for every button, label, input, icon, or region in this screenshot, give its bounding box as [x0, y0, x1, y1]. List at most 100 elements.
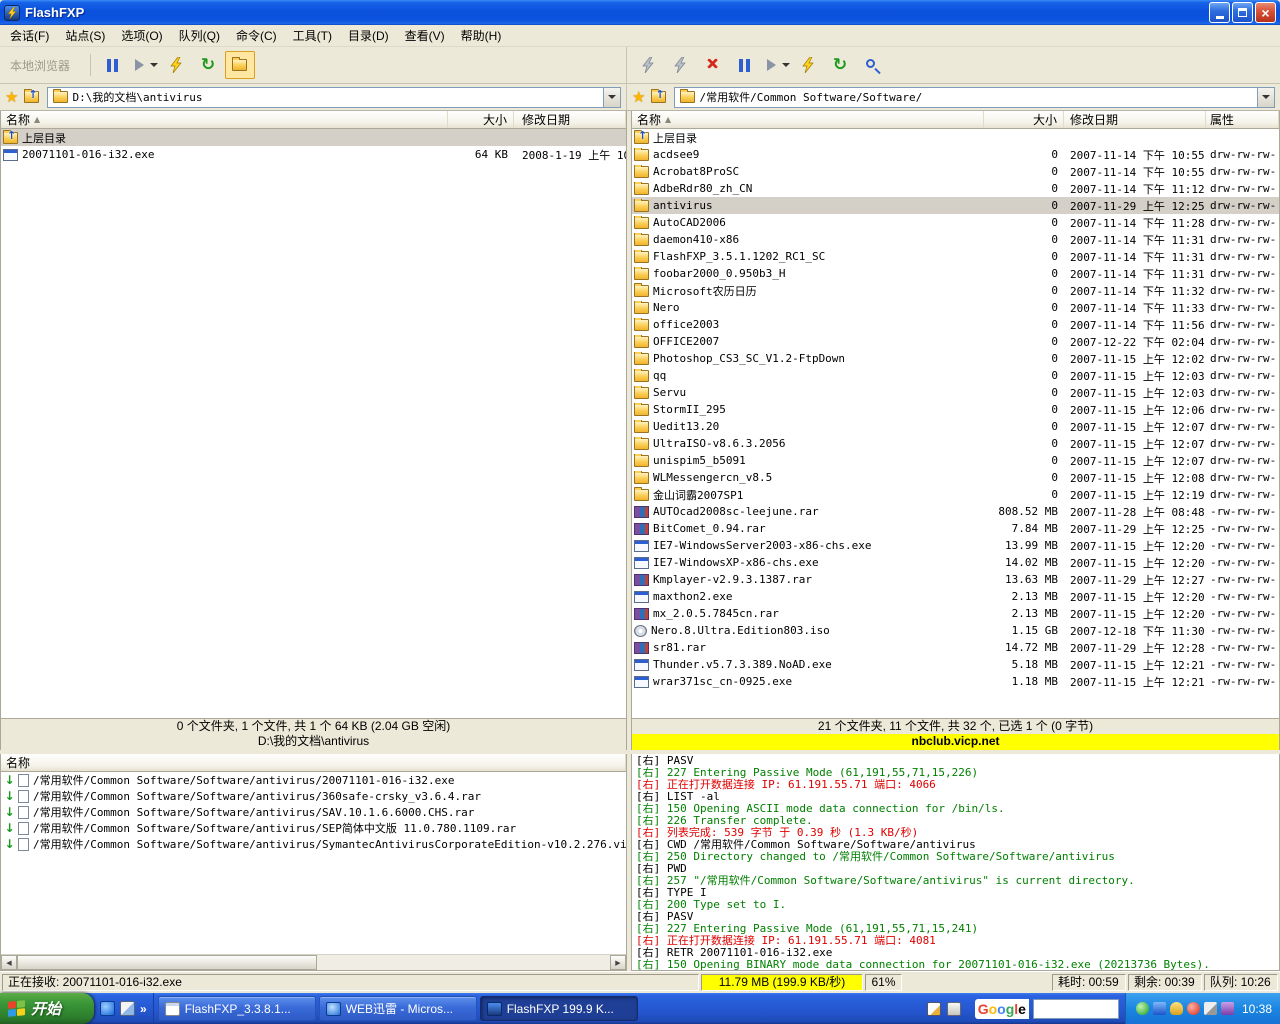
quicklaunch-overflow-chevron[interactable]: »	[140, 1002, 147, 1016]
file-row[interactable]: IE7-WindowsXP-x86-chs.exe 14.02 MB 2007-…	[632, 554, 1279, 571]
tray-icon[interactable]	[1204, 1002, 1217, 1015]
minimize-button[interactable]	[1209, 2, 1230, 23]
file-row[interactable]: 金山词霸2007SP1 0 2007-11-15 上午 12:19 drw-rw…	[632, 486, 1279, 503]
scroll-left-button[interactable]: ◀	[1, 955, 17, 970]
file-row[interactable]: Kmplayer-v2.9.3.1387.rar 13.63 MB 2007-1…	[632, 571, 1279, 588]
close-button[interactable]: ×	[1255, 2, 1276, 23]
quick-connect-button[interactable]	[665, 51, 695, 79]
tray-icon[interactable]	[1221, 1002, 1234, 1015]
local-path-dropdown-button[interactable]	[603, 88, 620, 107]
up-directory-icon[interactable]	[24, 91, 39, 103]
file-row[interactable]: Nero.8.Ultra.Edition803.iso 1.15 GB 2007…	[632, 622, 1279, 639]
transfer-queue-button[interactable]	[129, 51, 159, 79]
file-row[interactable]: Microsoft农历日历 0 2007-11-14 下午 11:32 drw-…	[632, 282, 1279, 299]
file-row[interactable]: IE7-WindowsServer2003-x86-chs.exe 13.99 …	[632, 537, 1279, 554]
column-name[interactable]: 名称	[1, 754, 626, 771]
refresh-button[interactable]: ↻	[193, 51, 223, 79]
queue-item[interactable]: /常用软件/Common Software/Software/antivirus…	[1, 772, 626, 788]
file-row[interactable]: Photoshop_CS3_SC_V1.2-FtpDown 0 2007-11-…	[632, 350, 1279, 367]
queue-item[interactable]: /常用软件/Common Software/Software/antivirus…	[1, 804, 626, 820]
tray-icon[interactable]	[1170, 1002, 1183, 1015]
taskbar-task-button[interactable]: FlashFXP_3.3.8.1...	[158, 996, 316, 1021]
menu-item[interactable]: 工具(T)	[285, 25, 340, 46]
file-row[interactable]: foobar2000_0.950b3_H 0 2007-11-14 下午 11:…	[632, 265, 1279, 282]
file-row[interactable]: 上层目录	[1, 129, 626, 146]
column-size[interactable]: 大小	[448, 111, 514, 128]
file-row[interactable]: FlashFXP_3.5.1.1202_RC1_SC 0 2007-11-14 …	[632, 248, 1279, 265]
menu-item[interactable]: 队列(Q)	[171, 25, 228, 46]
remote-path-combobox[interactable]: /常用软件/Common Software/Software/	[674, 87, 1275, 108]
file-row[interactable]: AUTOcad2008sc-leejune.rar 808.52 MB 2007…	[632, 503, 1279, 520]
pause-queue-button[interactable]	[97, 51, 127, 79]
file-row[interactable]: AutoCAD2006 0 2007-11-14 下午 11:28 drw-rw…	[632, 214, 1279, 231]
favorites-star-icon[interactable]: ★	[632, 90, 645, 105]
scrollbar-thumb[interactable]	[17, 955, 317, 970]
transfer-queue-button[interactable]	[761, 51, 791, 79]
file-row[interactable]: 上层目录	[632, 129, 1279, 146]
local-path-combobox[interactable]: D:\我的文档\antivirus	[47, 87, 621, 108]
file-row[interactable]: AdbeRdr80_zh_CN 0 2007-11-14 下午 11:12 dr…	[632, 180, 1279, 197]
column-attr[interactable]: 属性	[1206, 111, 1279, 128]
abort-button[interactable]: ×	[697, 51, 727, 79]
file-row[interactable]: UltraISO-v8.6.3.2056 0 2007-11-15 上午 12:…	[632, 435, 1279, 452]
column-size[interactable]: 大小	[984, 111, 1064, 128]
reconnect-button[interactable]	[793, 51, 823, 79]
taskbar-task-button[interactable]: WEB迅雷 - Micros...	[319, 996, 477, 1021]
menu-item[interactable]: 帮助(H)	[453, 25, 510, 46]
file-row[interactable]: 20071101-016-i32.exe 64 KB 2008-1-19 上午 …	[1, 146, 626, 163]
tray-icon[interactable]	[1136, 1002, 1149, 1015]
file-row[interactable]: Acrobat8ProSC 0 2007-11-14 下午 10:55 drw-…	[632, 163, 1279, 180]
tray-icon[interactable]	[1187, 1002, 1200, 1015]
favorites-star-icon[interactable]: ★	[5, 90, 18, 105]
queue-item[interactable]: /常用软件/Common Software/Software/antivirus…	[1, 820, 626, 836]
column-date[interactable]: 修改日期	[1064, 111, 1206, 128]
remote-path-dropdown-button[interactable]	[1257, 88, 1274, 107]
column-date[interactable]: 修改日期	[514, 111, 626, 128]
column-name[interactable]: 名称▲	[632, 111, 984, 128]
column-name[interactable]: 名称▲	[1, 111, 448, 128]
file-row[interactable]: Servu 0 2007-11-15 上午 12:03 drw-rw-rw-	[632, 384, 1279, 401]
quicklaunch-desktop-icon[interactable]	[120, 1001, 135, 1016]
menu-item[interactable]: 站点(S)	[57, 25, 113, 46]
language-pen-icon[interactable]	[927, 1002, 941, 1016]
menu-item[interactable]: 查看(V)	[397, 25, 453, 46]
file-row[interactable]: office2003 0 2007-11-14 下午 11:56 drw-rw-…	[632, 316, 1279, 333]
queue-item[interactable]: /常用软件/Common Software/Software/antivirus…	[1, 788, 626, 804]
queue-item[interactable]: /常用软件/Common Software/Software/antivirus…	[1, 836, 626, 852]
file-row[interactable]: BitComet_0.94.rar 7.84 MB 2007-11-29 上午 …	[632, 520, 1279, 537]
file-row[interactable]: sr81.rar 14.72 MB 2007-11-29 上午 12:28 -r…	[632, 639, 1279, 656]
file-row[interactable]: maxthon2.exe 2.13 MB 2007-11-15 上午 12:20…	[632, 588, 1279, 605]
up-directory-icon[interactable]	[651, 91, 666, 103]
file-row[interactable]: mx_2.0.5.7845cn.rar 2.13 MB 2007-11-15 上…	[632, 605, 1279, 622]
taskbar-task-button[interactable]: FlashFXP 199.9 K...	[480, 996, 638, 1021]
file-row[interactable]: WLMessengercn_v8.5 0 2007-11-15 上午 12:08…	[632, 469, 1279, 486]
file-row[interactable]: daemon410-x86 0 2007-11-14 下午 11:31 drw-…	[632, 231, 1279, 248]
file-row[interactable]: acdsee9 0 2007-11-14 下午 10:55 drw-rw-rw-	[632, 146, 1279, 163]
language-keyboard-icon[interactable]	[947, 1002, 961, 1016]
google-search-input[interactable]	[1033, 999, 1119, 1019]
file-row[interactable]: Uedit13.20 0 2007-11-15 上午 12:07 drw-rw-…	[632, 418, 1279, 435]
menu-item[interactable]: 会话(F)	[2, 25, 57, 46]
pause-queue-button[interactable]	[729, 51, 759, 79]
scroll-right-button[interactable]: ▶	[610, 955, 626, 970]
refresh-button[interactable]: ↻	[825, 51, 855, 79]
file-row[interactable]: antivirus 0 2007-11-29 上午 12:25 drw-rw-r…	[632, 197, 1279, 214]
connect-button[interactable]	[161, 51, 191, 79]
file-row[interactable]: Thunder.v5.7.3.389.NoAD.exe 5.18 MB 2007…	[632, 656, 1279, 673]
site-connect-button[interactable]	[633, 51, 663, 79]
find-button[interactable]	[857, 51, 887, 79]
tray-icon[interactable]	[1153, 1002, 1166, 1015]
file-row[interactable]: qq 0 2007-11-15 上午 12:03 drw-rw-rw-	[632, 367, 1279, 384]
menu-item[interactable]: 选项(O)	[113, 25, 170, 46]
compare-folders-button[interactable]	[225, 51, 255, 79]
start-button[interactable]: 开始	[0, 993, 94, 1024]
menu-item[interactable]: 命令(C)	[228, 25, 285, 46]
file-row[interactable]: OFFICE2007 0 2007-12-22 下午 02:04 drw-rw-…	[632, 333, 1279, 350]
maximize-button[interactable]	[1232, 2, 1253, 23]
file-row[interactable]: wrar371sc_cn-0925.exe 1.18 MB 2007-11-15…	[632, 673, 1279, 690]
quicklaunch-ie-icon[interactable]	[100, 1001, 115, 1016]
menu-item[interactable]: 目录(D)	[340, 25, 397, 46]
scrollbar-track[interactable]	[17, 955, 610, 970]
file-row[interactable]: Nero 0 2007-11-14 下午 11:33 drw-rw-rw-	[632, 299, 1279, 316]
file-row[interactable]: StormII_295 0 2007-11-15 上午 12:06 drw-rw…	[632, 401, 1279, 418]
